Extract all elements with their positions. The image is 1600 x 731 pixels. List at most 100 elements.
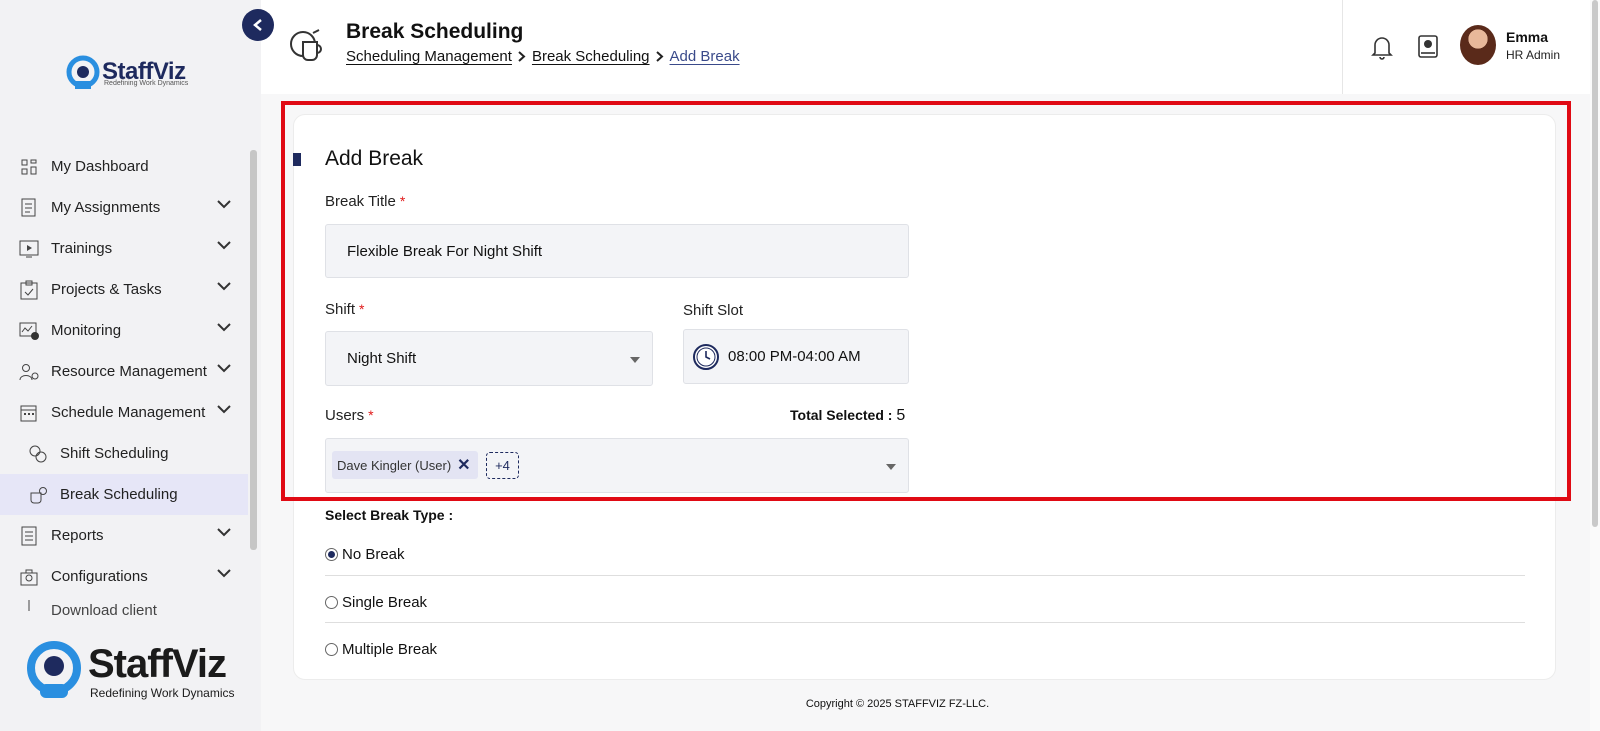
bell-icon[interactable] [1371,34,1393,60]
assignments-icon [18,197,40,219]
staffviz-logo-mark-icon [27,641,81,698]
section-title: Add Break [325,147,424,170]
dropdown-caret-icon [630,356,640,363]
play-icon [18,238,40,260]
radio-no-break[interactable]: No Break [325,534,1525,574]
radio-selected-icon[interactable] [325,547,338,561]
more-users-chip[interactable]: +4 [486,452,519,479]
chevron-down-icon[interactable] [217,528,231,537]
page-scrollbar-thumb[interactable] [1592,0,1598,527]
user-role: HR Admin [1506,48,1561,62]
sidebar-item-label: Projects & Tasks [51,281,162,298]
shift-slot-field: 08:00 PM-04:00 AM [683,329,909,384]
breadcrumb-break-scheduling[interactable]: Break Scheduling [532,48,650,65]
chevron-down-icon[interactable] [217,282,231,291]
divider [325,622,1525,623]
radio-unselected-icon[interactable] [325,595,338,609]
break-icon [27,484,49,506]
monitoring-icon [18,320,40,342]
brand-name: StaffViz [88,642,227,686]
sidebar-item-label: My Assignments [51,199,161,216]
calendar-icon [18,402,40,424]
shift-label: Shift * [325,301,364,318]
sidebar-item-label: Monitoring [51,322,122,339]
remove-chip-icon[interactable]: ✕ [457,455,470,475]
shift-label-text: Shift [325,301,356,318]
chevron-down-icon[interactable] [217,241,231,250]
footer-copyright: Copyright © 2025 STAFFVIZ FZ-LLC. [805,698,990,710]
sidebar-item-trainings[interactable]: Trainings [0,228,248,269]
required-marker: * [368,407,374,423]
clock-icon [693,343,719,370]
download-icon [18,597,40,619]
user-name: Emma [1506,29,1549,45]
radio-label: Multiple Break [342,640,438,658]
staffviz-logo-large: StaffViz Redefining Work Dynamics [24,640,254,704]
sidebar-item-label: Schedule Management [51,404,206,421]
chevron-down-icon[interactable] [217,200,231,209]
shift-slot-label: Shift Slot [683,302,744,319]
radio-label: Single Break [342,593,428,611]
shift-select[interactable]: Night Shift [325,331,653,386]
chevron-down-icon[interactable] [217,323,231,332]
sidebar-item-resource-management[interactable]: Resource Management [0,351,248,392]
radio-label: No Break [342,545,405,563]
break-title-value: Flexible Break For Night Shift [347,242,543,260]
resource-icon [18,361,40,383]
chevron-down-icon[interactable] [217,405,231,414]
sidebar-item-label: Trainings [51,240,113,257]
shift-slot-value: 08:00 PM-04:00 AM [728,348,861,365]
sidebar-item-schedule-management[interactable]: Schedule Management [0,392,248,433]
sidebar-item-label: Download client [51,602,157,619]
page-scrollbar[interactable] [1590,0,1600,731]
sidebar-item-projects-tasks[interactable]: Projects & Tasks [0,269,248,310]
radio-single-break[interactable]: Single Break [325,582,1525,622]
break-title-input[interactable]: Flexible Break For Night Shift [325,224,909,278]
chevron-down-icon[interactable] [217,569,231,578]
required-marker: * [359,301,365,317]
chevron-down-icon[interactable] [217,364,231,373]
section-marker [293,153,301,166]
sidebar-item-my-assignments[interactable]: My Assignments [0,187,248,228]
divider [325,575,1525,576]
page-title: Break Scheduling [346,20,524,43]
sidebar-item-reports[interactable]: Reports [0,515,248,556]
breadcrumb-add-break[interactable]: Add Break [670,48,740,65]
shift-value: Night Shift [347,350,417,367]
sidebar-item-label: Break Scheduling [60,486,178,503]
user-chip: Dave Kingler (User) ✕ [332,451,478,479]
avatar[interactable] [1460,25,1496,65]
chevron-right-icon [518,51,526,62]
sidebar-item-download-client[interactable]: Download client [0,597,248,619]
dashboard-icon [18,156,40,178]
users-label: Users * [325,407,374,424]
staffviz-logo-mark-icon [66,55,100,89]
sidebar-scrollbar[interactable] [250,150,257,550]
brand-tagline: Redefining Work Dynamics [90,686,235,700]
break-type-label: Select Break Type : [325,507,454,523]
staffviz-logo[interactable]: StaffViz Redefining Work Dynamics [66,52,196,92]
chevron-left-icon [253,19,262,31]
users-label-text: Users [325,407,365,424]
collapse-sidebar-button[interactable] [242,9,274,41]
sidebar-item-label: Reports [51,527,104,544]
total-selected-label: Total Selected : [790,407,893,423]
config-icon [18,566,40,588]
sidebar-item-monitoring[interactable]: Monitoring [0,310,248,351]
sidebar-item-break-scheduling[interactable]: Break Scheduling [0,474,248,515]
clipboard-check-icon [18,279,40,301]
sidebar-item-configurations[interactable]: Configurations [0,556,248,597]
sidebar-item-label: Resource Management [51,363,207,380]
radio-unselected-icon[interactable] [325,642,338,656]
report-icon [18,525,40,547]
chevron-right-icon [655,51,664,62]
sidebar-nav: My Dashboard My Assignments Trainings Pr… [0,146,248,619]
sidebar-item-label: Shift Scheduling [60,445,169,462]
handbook-icon[interactable] [1417,34,1439,60]
break-title-label-text: Break Title [325,193,396,210]
sidebar-item-shift-scheduling[interactable]: Shift Scheduling [0,433,248,474]
user-chip-label: Dave Kingler (User) [337,457,452,473]
radio-multiple-break[interactable]: Multiple Break [325,629,1525,669]
breadcrumb-scheduling-management[interactable]: Scheduling Management [346,48,512,65]
sidebar-item-my-dashboard[interactable]: My Dashboard [0,146,248,187]
